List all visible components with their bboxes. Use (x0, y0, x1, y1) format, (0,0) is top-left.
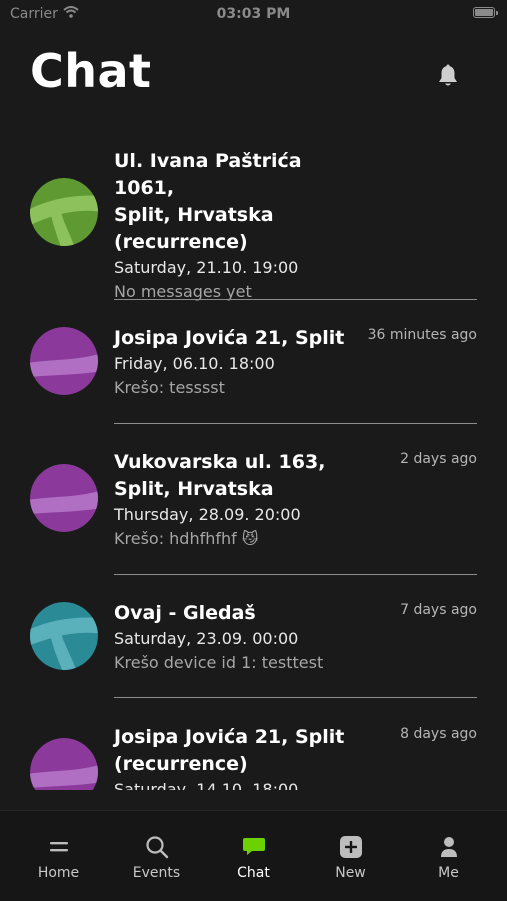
avatar (30, 178, 98, 246)
menu-icon (8, 833, 109, 861)
chat-title: Vukovarska ul. 163, Split, Hrvatska (114, 451, 326, 500)
status-time: 03:03 PM (216, 6, 291, 22)
divider (114, 574, 477, 575)
chat-title: Ovaj - Gledaš (114, 602, 256, 624)
person-icon (398, 833, 499, 861)
chat-bubble-icon (203, 833, 304, 861)
chat-last-message: Krešo: hdhfhfhf 😼 (114, 529, 259, 548)
chat-time: 7 days ago (400, 602, 477, 618)
tab-label: Home (37, 865, 80, 881)
chat-date: Saturday, 14.10. 18:00 (114, 780, 299, 790)
chat-date: Thursday, 28.09. 20:00 (114, 505, 301, 524)
chat-date: Saturday, 23.09. 00:00 (114, 629, 299, 648)
chat-time: 8 days ago (400, 726, 477, 742)
chat-last-message: No messages yet (114, 282, 252, 301)
tab-label: Me (438, 865, 459, 881)
tab-new[interactable]: New (300, 811, 401, 901)
chat-last-message: Krešo device id 1: testtest (114, 653, 324, 672)
tab-bar: Home Events Chat New Me (0, 810, 507, 901)
tab-label: New (335, 865, 366, 881)
status-bar: Carrier 03:03 PM (0, 0, 507, 28)
plus-square-icon (300, 833, 401, 861)
chat-date: Friday, 06.10. 18:00 (114, 354, 275, 373)
page-title: Chat (30, 44, 152, 98)
search-icon (106, 833, 207, 861)
chat-date: Saturday, 21.10. 19:00 (114, 258, 299, 277)
avatar (30, 464, 98, 532)
chat-time: 2 days ago (400, 451, 477, 467)
divider (114, 423, 477, 424)
chat-time: 36 minutes ago (367, 327, 477, 343)
bell-icon[interactable] (432, 60, 464, 92)
divider (114, 697, 477, 698)
tab-chat[interactable]: Chat (203, 811, 304, 901)
tab-label: Events (132, 865, 181, 881)
tab-home[interactable]: Home (8, 811, 109, 901)
tab-events[interactable]: Events (106, 811, 207, 901)
chat-last-message: Krešo: tesssst (114, 378, 225, 397)
chat-title: Ul. Ivana Paštrića 1061, Split, Hrvatska… (114, 150, 302, 253)
divider (114, 299, 477, 300)
tab-me[interactable]: Me (398, 811, 499, 901)
chat-title: Josipa Jovića 21, Split (recurrence) (114, 726, 345, 775)
avatar (30, 738, 98, 790)
avatar (30, 602, 98, 670)
chat-list[interactable]: Ul. Ivana Paštrića 1061, Split, Hrvatska… (0, 128, 507, 790)
avatar (30, 327, 98, 395)
chat-title: Josipa Jovića 21, Split (114, 327, 345, 349)
tab-label: Chat (237, 865, 270, 881)
battery-icon (473, 7, 498, 18)
